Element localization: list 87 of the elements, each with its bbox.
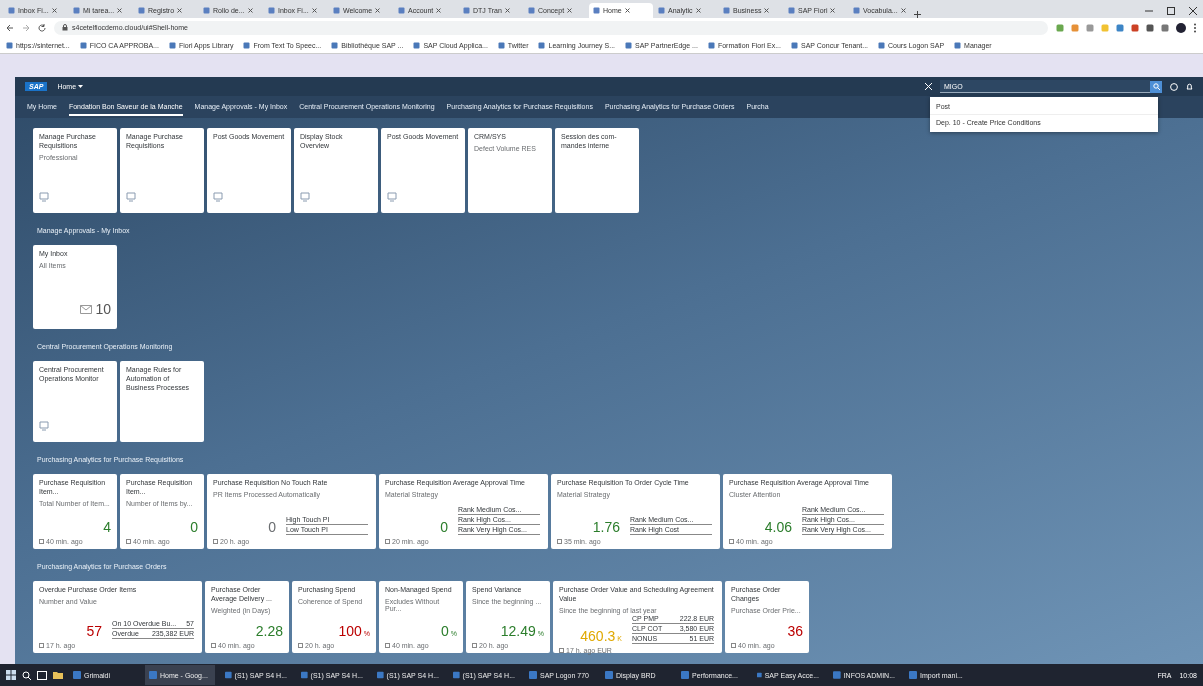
tile-count: 10 [95,301,111,317]
kpi-value: 36 [787,623,803,639]
kpi-value: 1.76 [592,519,620,535]
app-icon [300,192,310,202]
reload-icon[interactable] [38,23,46,32]
app-window-icon [73,671,81,679]
favicon-icon [203,7,210,14]
app-window-icon [377,671,384,679]
app-icon [213,192,223,202]
close-icon [830,8,836,13]
close-icon [567,8,573,13]
bookmark-favicon-icon [878,41,886,49]
app-window-icon [909,671,917,679]
close-icon [311,8,317,13]
windows-logo-icon[interactable] [6,670,16,680]
app-window-icon [681,671,689,679]
app-window-icon [833,671,841,679]
favicon-icon [658,7,665,14]
close-icon [177,8,183,13]
kpi-value: 0 [268,519,276,535]
task-view-icon[interactable] [37,670,47,680]
bookmark-favicon-icon [79,41,87,49]
app-icon [39,421,49,431]
bookmark-favicon-icon [625,41,633,49]
app-window-icon [605,671,613,679]
bookmark-favicon-icon [331,41,339,49]
search-icon[interactable] [22,670,31,680]
close-icon [375,8,381,13]
close-icon [51,8,57,13]
help-icon[interactable] [1170,82,1178,91]
kpi-value: 57 [86,623,102,639]
search-icon [1152,83,1160,90]
app-window-icon [301,671,308,679]
app-icon [126,192,136,202]
bookmark-favicon-icon [790,41,798,49]
folder-icon[interactable] [53,671,63,679]
new-tab-icon[interactable] [914,11,921,18]
favicon-icon [463,7,470,14]
close-icon [247,8,253,13]
favicon-icon [723,7,730,14]
favicon-icon [528,7,535,14]
menu-icon[interactable] [1193,22,1197,33]
lock-icon [62,24,68,31]
favicon-icon [333,7,340,14]
back-icon[interactable] [6,23,14,32]
bell-icon[interactable] [1186,82,1193,91]
caret-icon [78,85,84,89]
bookmark-favicon-icon [168,41,176,49]
app-icon [387,192,397,202]
bookmark-favicon-icon [538,41,546,49]
favicon-icon [73,7,80,14]
bookmark-favicon-icon [497,41,505,49]
app-window-icon [149,671,157,679]
favicon-icon [398,7,405,14]
favicon-icon [788,7,795,14]
maximize-icon[interactable] [1167,6,1175,15]
close-icon [504,8,510,13]
search-button[interactable] [1150,80,1162,93]
close-icon [695,8,701,13]
mail-icon [80,304,93,314]
app-window-icon [225,671,232,679]
close-icon [900,8,906,13]
close-icon [624,8,630,13]
bookmark-favicon-icon [413,41,421,49]
bookmark-favicon-icon [954,41,962,49]
bookmark-favicon-icon [707,41,715,49]
app-window-icon [757,671,762,679]
close-icon[interactable] [1189,6,1197,15]
kpi-value: 0 [190,519,198,535]
app-window-icon [529,671,537,679]
close-icon [764,8,770,13]
kpi-value: 4 [103,519,111,535]
app-window-icon [453,671,460,679]
kpi-value: 0 [440,519,448,535]
app-icon [39,192,49,202]
favicon-icon [138,7,145,14]
kpi-value: 2.28 [255,623,283,639]
kpi-value: 4.06 [764,519,792,535]
favicon-icon [593,7,600,14]
close-icon [117,8,123,13]
bookmark-favicon-icon [6,41,13,49]
favicon-icon [853,7,860,14]
favicon-icon [8,7,15,14]
bookmark-favicon-icon [243,41,251,49]
favicon-icon [268,7,275,14]
profile-avatar-icon[interactable] [1176,22,1186,33]
close-icon [436,8,442,13]
